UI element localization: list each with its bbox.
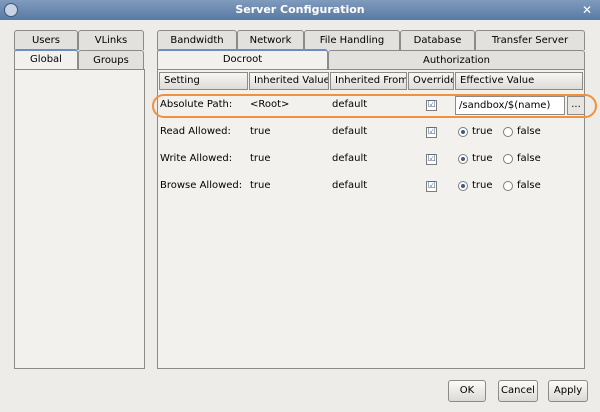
column-header-effective-value[interactable]: Effective Value bbox=[455, 72, 583, 90]
radio-true-label: true bbox=[472, 153, 493, 164]
column-header-inherited-from[interactable]: Inherited From bbox=[330, 72, 407, 90]
column-header-inherited-value[interactable]: Inherited Value bbox=[249, 72, 329, 90]
window-title: Server Configuration bbox=[235, 3, 365, 16]
inherited-from: default bbox=[332, 153, 368, 164]
title-bar[interactable]: Server Configuration ✕ bbox=[0, 0, 600, 20]
tab-file-handling[interactable]: File Handling bbox=[304, 30, 400, 50]
table-row: Read Allowed: true default ☑ true false bbox=[158, 121, 585, 143]
tab-global[interactable]: Global bbox=[14, 49, 78, 69]
left-tree-panel[interactable] bbox=[14, 69, 145, 369]
tab-network[interactable]: Network bbox=[237, 30, 304, 50]
tab-docroot[interactable]: Docroot bbox=[157, 49, 328, 69]
tab-transfer-server[interactable]: Transfer Server bbox=[475, 30, 585, 50]
apply-button[interactable]: Apply bbox=[548, 380, 588, 402]
inherited-value: true bbox=[250, 153, 271, 164]
radio-false[interactable] bbox=[503, 154, 513, 164]
inherited-from: default bbox=[332, 126, 368, 137]
tab-authorization[interactable]: Authorization bbox=[328, 50, 585, 70]
inherited-value: true bbox=[250, 126, 271, 137]
tab-bandwidth[interactable]: Bandwidth bbox=[157, 30, 237, 50]
absolute-path-highlight bbox=[152, 94, 597, 118]
table-row: Write Allowed: true default ☑ true false bbox=[158, 148, 585, 170]
setting-label: Read Allowed: bbox=[160, 126, 231, 137]
tab-users[interactable]: Users bbox=[14, 30, 78, 50]
radio-true-label: true bbox=[472, 126, 493, 137]
override-checkbox[interactable]: ☑ bbox=[426, 154, 437, 165]
close-icon[interactable]: ✕ bbox=[580, 0, 594, 20]
radio-true[interactable] bbox=[458, 154, 468, 164]
inherited-value: true bbox=[250, 180, 271, 191]
override-checkbox[interactable]: ☑ bbox=[426, 181, 437, 192]
app-icon[interactable] bbox=[4, 3, 18, 17]
radio-false-label: false bbox=[517, 126, 541, 137]
radio-true[interactable] bbox=[458, 127, 468, 137]
override-checkbox[interactable]: ☑ bbox=[426, 127, 437, 138]
tab-database[interactable]: Database bbox=[400, 30, 475, 50]
radio-true-label: true bbox=[472, 180, 493, 191]
table-row: Browse Allowed: true default ☑ true fals… bbox=[158, 175, 585, 197]
radio-false-label: false bbox=[517, 180, 541, 191]
tab-groups[interactable]: Groups bbox=[78, 50, 144, 70]
ok-button[interactable]: OK bbox=[448, 380, 486, 402]
radio-false[interactable] bbox=[503, 127, 513, 137]
cancel-button[interactable]: Cancel bbox=[498, 380, 538, 402]
setting-label: Browse Allowed: bbox=[160, 180, 243, 191]
radio-false-label: false bbox=[517, 153, 541, 164]
server-configuration-window: Server Configuration ✕ Users VLinks Glob… bbox=[0, 0, 600, 412]
radio-true[interactable] bbox=[458, 181, 468, 191]
inherited-from: default bbox=[332, 180, 368, 191]
tab-vlinks[interactable]: VLinks bbox=[78, 30, 144, 50]
column-header-override[interactable]: Override bbox=[408, 72, 454, 90]
setting-label: Write Allowed: bbox=[160, 153, 233, 164]
column-header-setting[interactable]: Setting bbox=[159, 72, 248, 90]
radio-false[interactable] bbox=[503, 181, 513, 191]
